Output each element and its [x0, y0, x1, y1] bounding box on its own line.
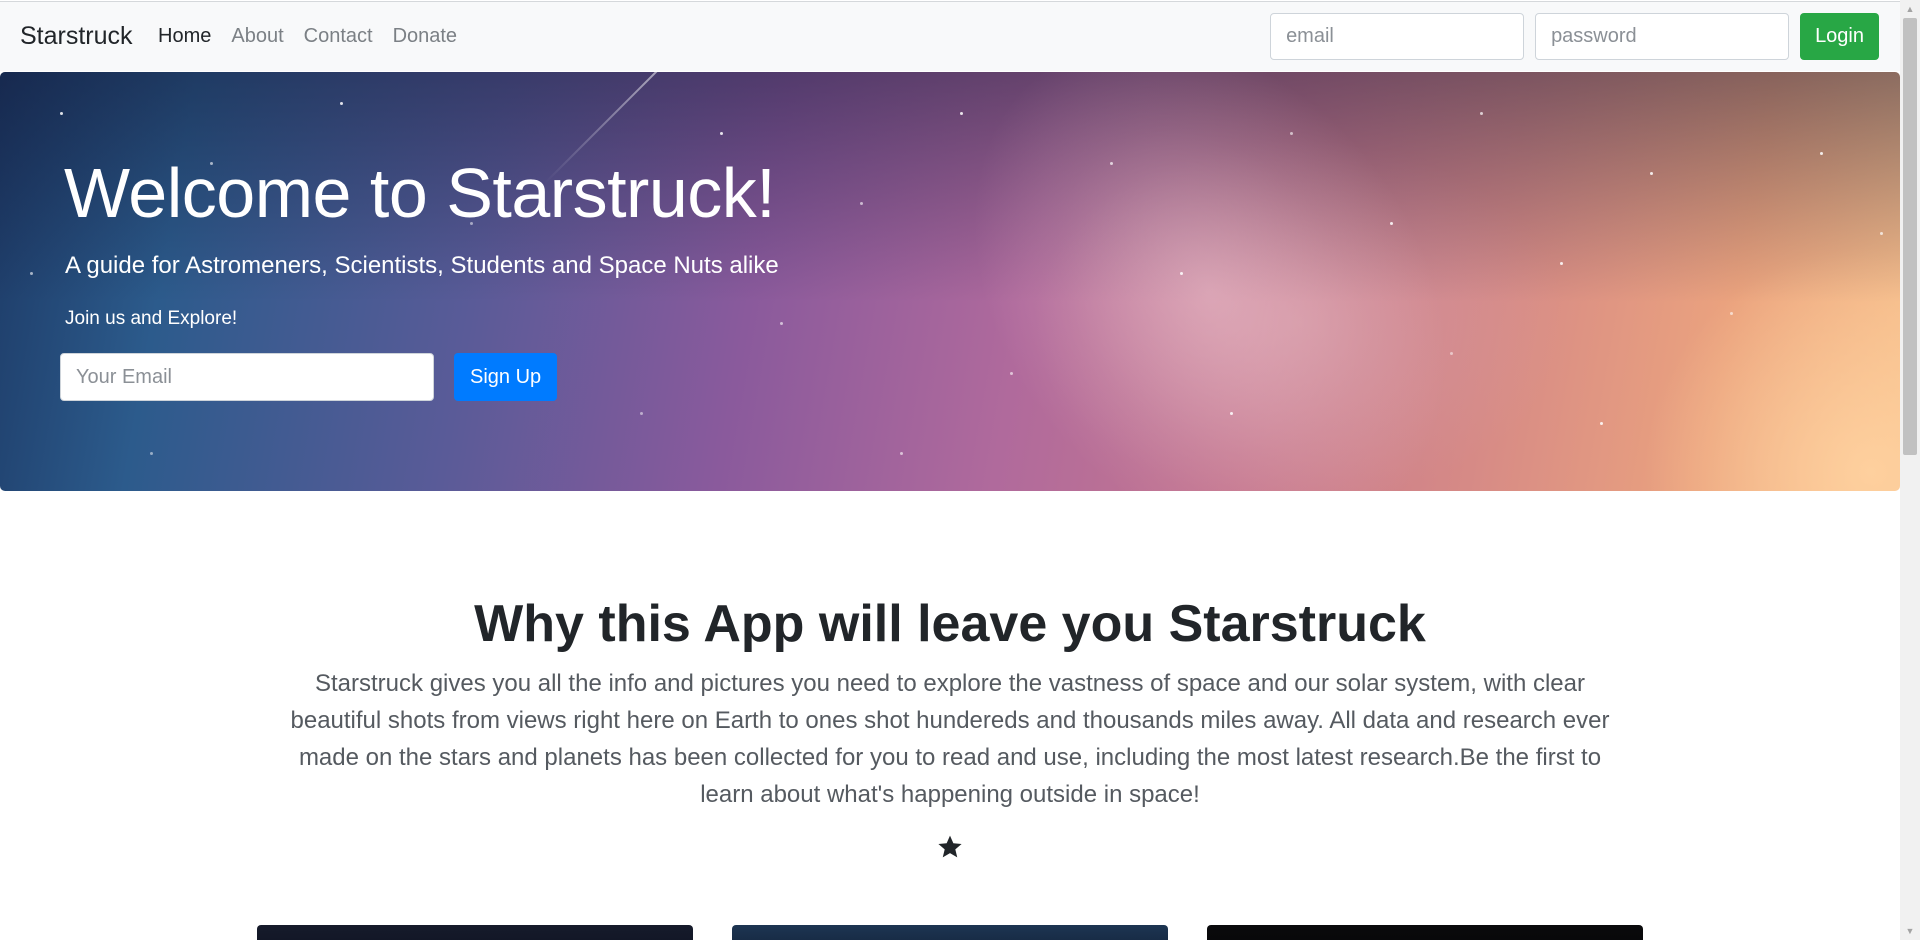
signup-form: Sign Up	[60, 353, 558, 401]
scrollbar-thumb[interactable]	[1903, 18, 1917, 455]
hero-join-text: Join us and Explore!	[65, 308, 238, 329]
about-description: Starstruck gives you all the info and pi…	[290, 670, 1610, 808]
feature-card-image	[257, 925, 693, 940]
about-heading: Why this App will leave you Starstruck	[474, 595, 1426, 653]
login-form: Login	[1270, 13, 1879, 60]
signup-button[interactable]: Sign Up	[454, 353, 558, 401]
feature-card-image	[1207, 925, 1643, 940]
nav-link-donate[interactable]: Donate	[393, 25, 458, 48]
browser-viewport: Starstruck Home About Contact Donate Log…	[0, 0, 1920, 940]
brand-logo[interactable]: Starstruck	[20, 24, 133, 49]
nav-link-contact[interactable]: Contact	[304, 25, 373, 48]
scroll-down-arrow-icon[interactable]: ▼	[1900, 922, 1920, 940]
hero-title: Welcome to Starstruck!	[64, 154, 776, 232]
page: Starstruck Home About Contact Donate Log…	[0, 0, 1900, 940]
star-icon	[938, 835, 962, 858]
login-button[interactable]: Login	[1800, 13, 1879, 60]
scroll-up-arrow-icon[interactable]: ▲	[1900, 0, 1920, 18]
vertical-scrollbar[interactable]: ▲ ▼	[1900, 0, 1920, 940]
feature-card-image	[732, 925, 1168, 940]
navbar: Starstruck Home About Contact Donate Log…	[0, 1, 1900, 71]
login-email-input[interactable]	[1270, 13, 1525, 60]
login-password-input[interactable]	[1535, 13, 1790, 60]
hero-subtitle: A guide for Astromeners, Scientists, Stu…	[65, 252, 779, 279]
nav-link-home[interactable]: Home	[158, 25, 211, 48]
nav-link-about[interactable]: About	[231, 25, 283, 48]
starfield-background	[0, 72, 1900, 491]
hero-jumbotron: Welcome to Starstruck! A guide for Astro…	[0, 72, 1900, 491]
signup-email-input[interactable]	[60, 353, 434, 401]
nav-links: Home About Contact Donate	[158, 25, 457, 48]
